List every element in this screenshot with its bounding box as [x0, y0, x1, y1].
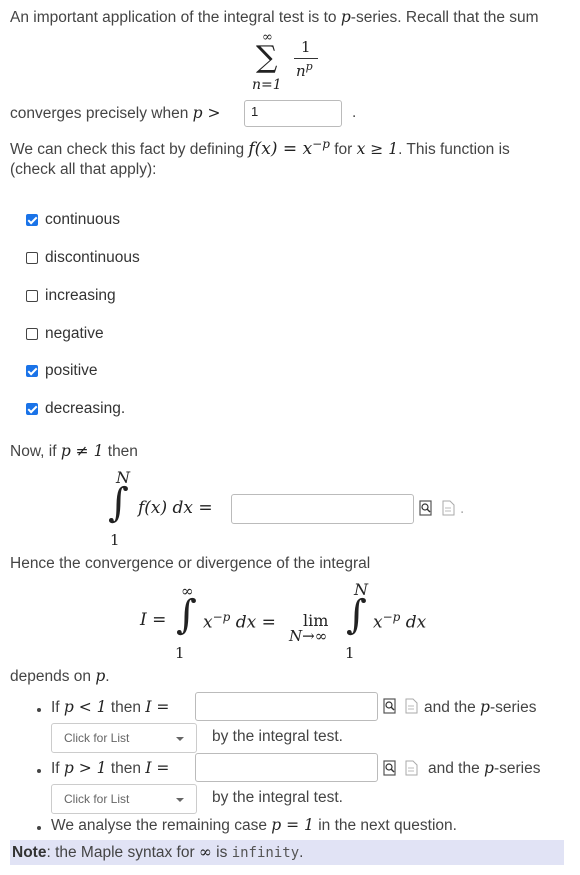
define-text: We can check this fact by defining f(x) … [10, 137, 510, 160]
integrand: f(x) dx = [138, 498, 213, 518]
case-1-after: and the p-series [424, 698, 537, 716]
preview-icon[interactable] [419, 500, 433, 516]
checkbox-increasing[interactable] [26, 290, 38, 302]
integral-symbol: ∫ [346, 592, 367, 638]
case-3-text: We analyse the remaining case p = 1 in t… [51, 816, 457, 834]
converges-period: . [352, 104, 357, 121]
checkbox-label: continuous [45, 211, 120, 228]
document-icon[interactable] [442, 500, 455, 516]
case-1-select[interactable]: Click for List [51, 723, 197, 753]
integral-symbol: ∫ [176, 592, 197, 638]
chevron-down-icon [176, 737, 184, 741]
case-2-input[interactable] [195, 753, 378, 782]
sum-symbol: ∑ [256, 40, 278, 75]
maple-note: Note: the Maple syntax for ∞ is infinity… [10, 840, 564, 865]
preview-icon[interactable] [383, 760, 397, 776]
checkbox-negative[interactable] [26, 328, 38, 340]
sum-denominator: np [296, 60, 313, 80]
integral-lower: 1 [110, 531, 120, 549]
integral-symbol: ∫ [108, 480, 129, 526]
integrand-1: x−p dx = [203, 610, 276, 633]
checkbox-label: negative [45, 325, 104, 342]
integral-period: . [460, 500, 465, 517]
integral-lower: 1 [175, 644, 185, 662]
bullet [37, 708, 41, 712]
integral-lower: 1 [345, 644, 355, 662]
checkbox-label: positive [45, 362, 98, 379]
document-icon[interactable] [405, 760, 418, 776]
limit-subscript: N→∞ [289, 627, 328, 645]
case-2-tail: by the integral test. [212, 789, 343, 806]
checkbox-label: increasing [45, 287, 116, 304]
case-2-after: and the p-series [428, 759, 541, 777]
depends-text: depends on p. [10, 667, 110, 685]
intro-text: An important application of the integral… [10, 8, 539, 26]
bullet [37, 826, 41, 830]
hence-text: Hence the convergence or divergence of t… [10, 555, 371, 572]
converges-text: converges precisely when p > [10, 104, 221, 122]
bullet [37, 769, 41, 773]
integrand-2: x−p dx [373, 610, 427, 633]
checkbox-continuous[interactable] [26, 214, 38, 226]
integral-answer-input[interactable] [231, 494, 414, 524]
preview-icon[interactable] [383, 698, 397, 714]
define-text-2: (check all that apply): [10, 161, 157, 178]
checkbox-label: decreasing. [45, 400, 126, 417]
integral-lhs: I = [140, 610, 167, 630]
case-1-tail: by the integral test. [212, 728, 343, 745]
checkbox-positive[interactable] [26, 365, 38, 377]
converges-input[interactable]: 1 [244, 100, 342, 127]
checkbox-label: discontinuous [45, 249, 140, 266]
fraction-bar [294, 58, 318, 59]
now-text: Now, if p ≠ 1 then [10, 442, 138, 460]
sum-numerator: 1 [301, 38, 311, 56]
case-2-text: If p > 1 then I = [51, 759, 170, 777]
case-1-text: If p < 1 then I = [51, 698, 170, 716]
case-1-input[interactable] [195, 692, 378, 721]
chevron-down-icon [176, 798, 184, 802]
checkbox-discontinuous[interactable] [26, 252, 38, 264]
sum-lower: n=1 [252, 77, 282, 93]
document-icon[interactable] [405, 698, 418, 714]
case-2-select[interactable]: Click for List [51, 784, 197, 814]
checkbox-decreasing[interactable] [26, 403, 38, 415]
